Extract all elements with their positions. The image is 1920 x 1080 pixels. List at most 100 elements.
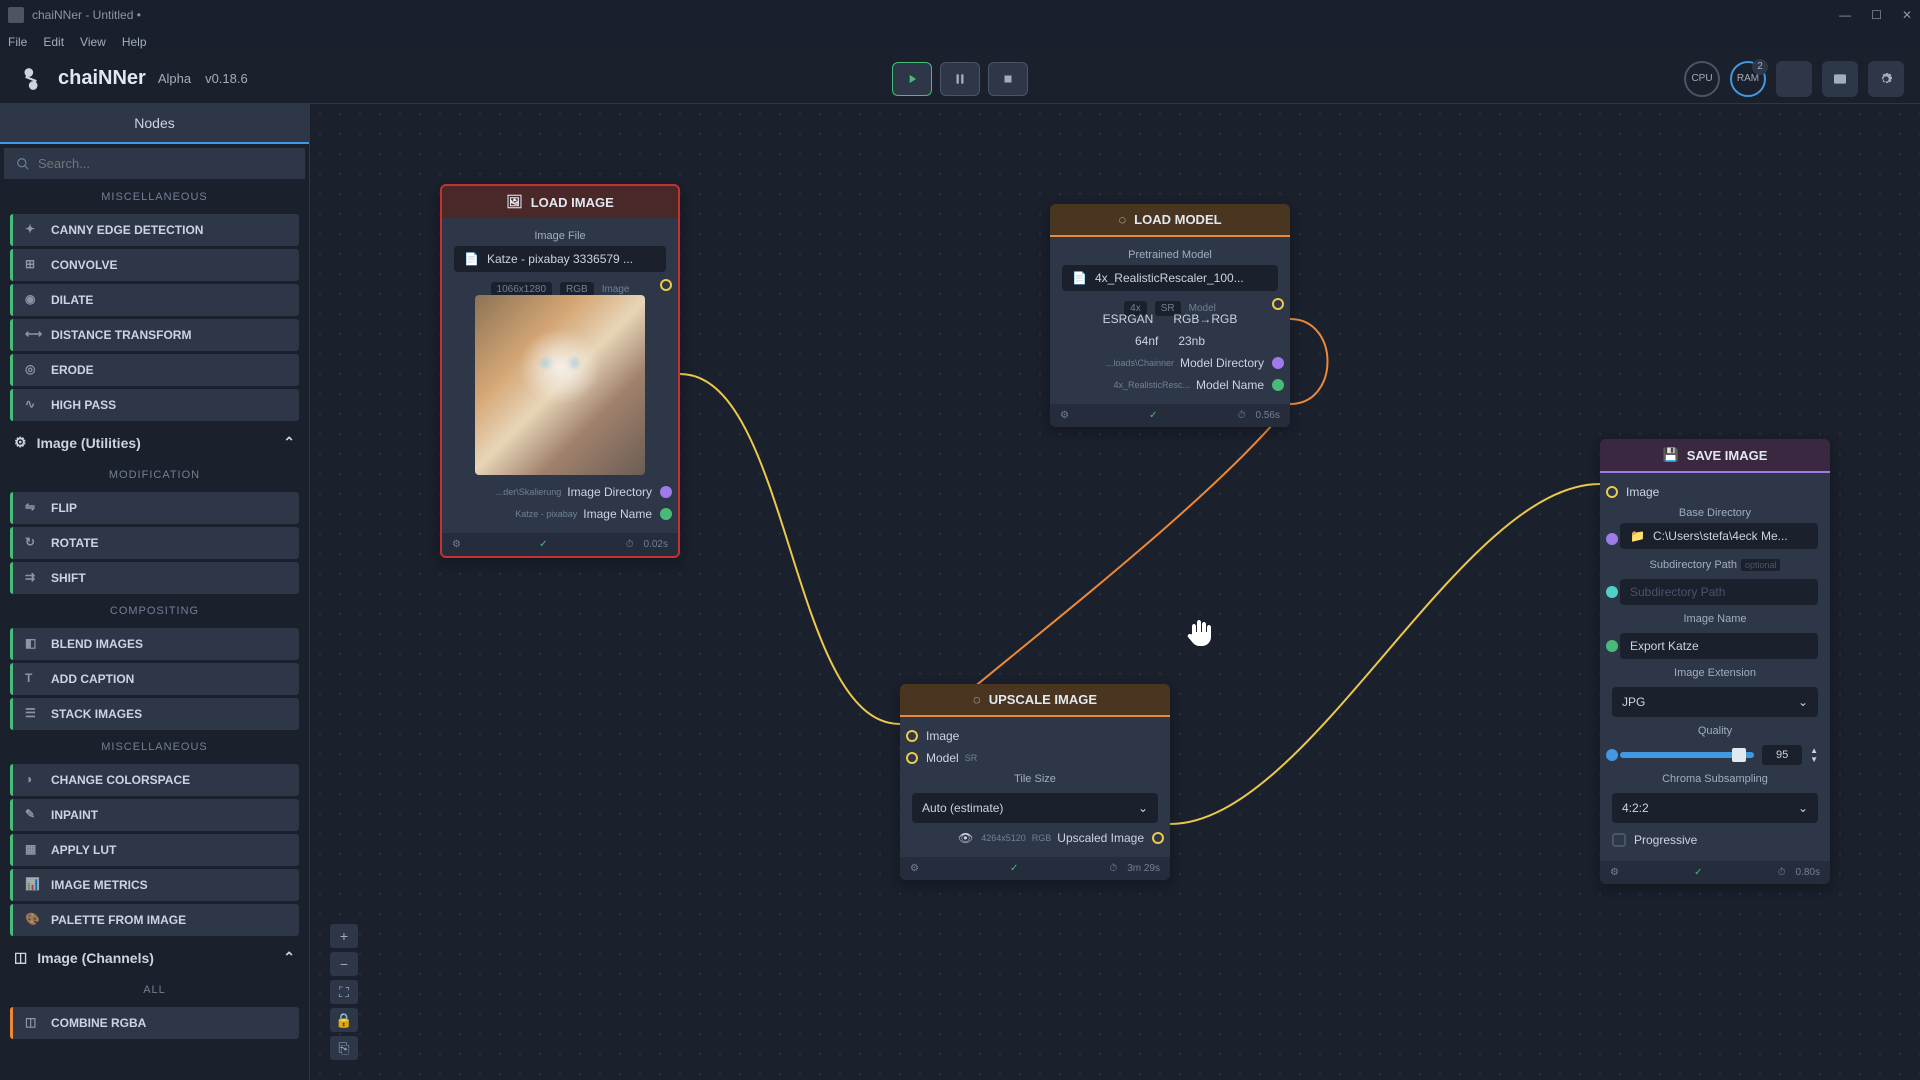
search-input[interactable] [38, 156, 293, 171]
node-load-model[interactable]: ◌LOAD MODEL Pretrained Model 📄4x_Realist… [1050, 204, 1290, 427]
section-compositing: COMPOSITING [0, 597, 309, 625]
node-rotate[interactable]: ↻ROTATE [10, 527, 299, 559]
canvas[interactable]: 🖼LOAD IMAGE Image File 📄Katze - pixabay … [310, 104, 1920, 1080]
ext-select[interactable]: JPG⌄ [1612, 687, 1818, 717]
image-input: Image [1612, 481, 1818, 503]
chroma-label: Chroma Subsampling [1612, 769, 1818, 789]
node-shift[interactable]: ⇉SHIFT [10, 562, 299, 594]
node-erode[interactable]: ◎ERODE [10, 354, 299, 386]
chevron-down-icon: ⌄ [1798, 801, 1808, 815]
node-caption[interactable]: TADD CAPTION [10, 663, 299, 695]
app-icon [8, 7, 24, 23]
options-icon[interactable]: ⚙ [1060, 410, 1069, 421]
node-highpass[interactable]: ∿HIGH PASS [10, 389, 299, 421]
search-icon [16, 157, 30, 171]
model-in-port[interactable] [906, 752, 918, 764]
node-canny[interactable]: ✦CANNY EDGE DETECTION [10, 214, 299, 246]
node-colorspace[interactable]: ◑CHANGE COLORSPACE [10, 764, 299, 796]
node-save-image[interactable]: 💾SAVE IMAGE Image Base Directory 📁C:\Use… [1600, 439, 1830, 884]
image-preview [475, 295, 645, 475]
node-header: ◌UPSCALE IMAGE [900, 684, 1170, 717]
tile-select[interactable]: Auto (estimate)⌄ [912, 793, 1158, 823]
category-utilities[interactable]: ⚙Image (Utilities)⌃ [0, 424, 309, 461]
ext-label: Image Extension [1612, 663, 1818, 683]
pause-button[interactable] [940, 62, 980, 96]
node-combine-rgba[interactable]: ◫COMBINE RGBA [10, 1007, 299, 1039]
quality-value[interactable]: 95 [1762, 745, 1802, 765]
upscaled-output: 👁4264x5120RGBUpscaled Image [912, 827, 1158, 849]
checkbox[interactable] [1612, 833, 1626, 847]
model-input[interactable]: 📄4x_RealisticRescaler_100... [1062, 265, 1278, 291]
node-palette[interactable]: 🎨PALETTE FROM IMAGE [10, 904, 299, 936]
image-in-port[interactable] [1606, 486, 1618, 498]
out-port[interactable] [1152, 832, 1164, 844]
node-flip[interactable]: ⇋FLIP [10, 492, 299, 524]
quality-stepper[interactable]: ▲▼ [1810, 746, 1818, 764]
image-in-port[interactable] [906, 730, 918, 742]
node-convolve[interactable]: ⊞CONVOLVE [10, 249, 299, 281]
node-inpaint[interactable]: ✎INPAINT [10, 799, 299, 831]
zoom-out-button[interactable]: − [330, 952, 358, 976]
quality-label: Quality [1612, 721, 1818, 741]
options-icon[interactable]: ⚙ [1610, 867, 1619, 878]
search-box[interactable] [4, 148, 305, 179]
model-dir-out: ...loads\ChainnerModel Directory [1062, 352, 1278, 374]
name-port[interactable] [660, 508, 672, 520]
dir-in-port[interactable] [1606, 533, 1618, 545]
spinner-icon: ◌ [1118, 212, 1126, 227]
download-button[interactable] [1776, 61, 1812, 97]
save-icon: 💾 [1663, 447, 1679, 463]
chroma-select[interactable]: 4:2:2⌄ [1612, 793, 1818, 823]
eye-icon[interactable]: 👁 [958, 831, 973, 845]
menu-file[interactable]: File [8, 35, 27, 49]
menu-view[interactable]: View [80, 35, 106, 49]
image-output-port[interactable] [660, 279, 672, 291]
node-dilate[interactable]: ◉DILATE [10, 284, 299, 316]
quality-in-port[interactable] [1606, 749, 1618, 761]
node-stack[interactable]: ☰STACK IMAGES [10, 698, 299, 730]
node-footer: ⚙✓⏱ 0.80s [1600, 861, 1830, 884]
playback-controls [892, 62, 1028, 96]
category-channels[interactable]: ◫Image (Channels)⌃ [0, 939, 309, 976]
topbar-right: CPU RAM2 [1684, 61, 1904, 97]
menu-edit[interactable]: Edit [43, 35, 64, 49]
file-input[interactable]: 📄Katze - pixabay 3336579 ... [454, 246, 666, 272]
dir-port[interactable] [1272, 357, 1284, 369]
node-upscale[interactable]: ◌UPSCALE IMAGE Image ModelSR Tile Size A… [900, 684, 1170, 880]
maximize-icon[interactable]: ☐ [1871, 8, 1882, 22]
image-button[interactable] [1822, 61, 1858, 97]
close-icon[interactable]: ✕ [1902, 8, 1912, 22]
name-port[interactable] [1272, 379, 1284, 391]
quality-slider[interactable] [1620, 752, 1754, 758]
subdir-in-port[interactable] [1606, 586, 1618, 598]
model-output-port[interactable] [1272, 298, 1284, 310]
node-header: 🖼LOAD IMAGE [442, 186, 678, 218]
subdir-input[interactable]: Subdirectory Path [1620, 579, 1818, 605]
progressive-check[interactable]: Progressive [1612, 827, 1818, 853]
dir-input[interactable]: 📁C:\Users\stefa\4eck Me... [1620, 523, 1818, 549]
name-in-port[interactable] [1606, 640, 1618, 652]
hand-cursor-icon [1180, 614, 1220, 654]
node-blend[interactable]: ◧BLEND IMAGES [10, 628, 299, 660]
menu-help[interactable]: Help [122, 35, 147, 49]
options-icon[interactable]: ⚙ [910, 863, 919, 874]
window-controls: — ☐ ✕ [1839, 8, 1912, 22]
stop-button[interactable] [988, 62, 1028, 96]
minimize-icon[interactable]: — [1839, 8, 1851, 22]
zoom-lock-button[interactable]: 🔒 [330, 1008, 358, 1032]
play-button[interactable] [892, 62, 932, 96]
name-label: Image Name [1612, 609, 1818, 629]
model-name-out: 4x_RealisticResc...Model Name [1062, 374, 1278, 396]
nodes-tab[interactable]: Nodes [0, 104, 309, 144]
node-applylut[interactable]: ▦APPLY LUT [10, 834, 299, 866]
node-metrics[interactable]: 📊IMAGE METRICS [10, 869, 299, 901]
node-distance[interactable]: ⟷DISTANCE TRANSFORM [10, 319, 299, 351]
settings-button[interactable] [1868, 61, 1904, 97]
dir-port[interactable] [660, 486, 672, 498]
node-load-image[interactable]: 🖼LOAD IMAGE Image File 📄Katze - pixabay … [440, 184, 680, 558]
zoom-export-button[interactable]: ⎘ [330, 1036, 358, 1060]
name-input[interactable]: Export Katze [1620, 633, 1818, 659]
zoom-fit-button[interactable]: ⛶ [330, 980, 358, 1004]
options-icon[interactable]: ⚙ [452, 539, 461, 550]
zoom-in-button[interactable]: + [330, 924, 358, 948]
